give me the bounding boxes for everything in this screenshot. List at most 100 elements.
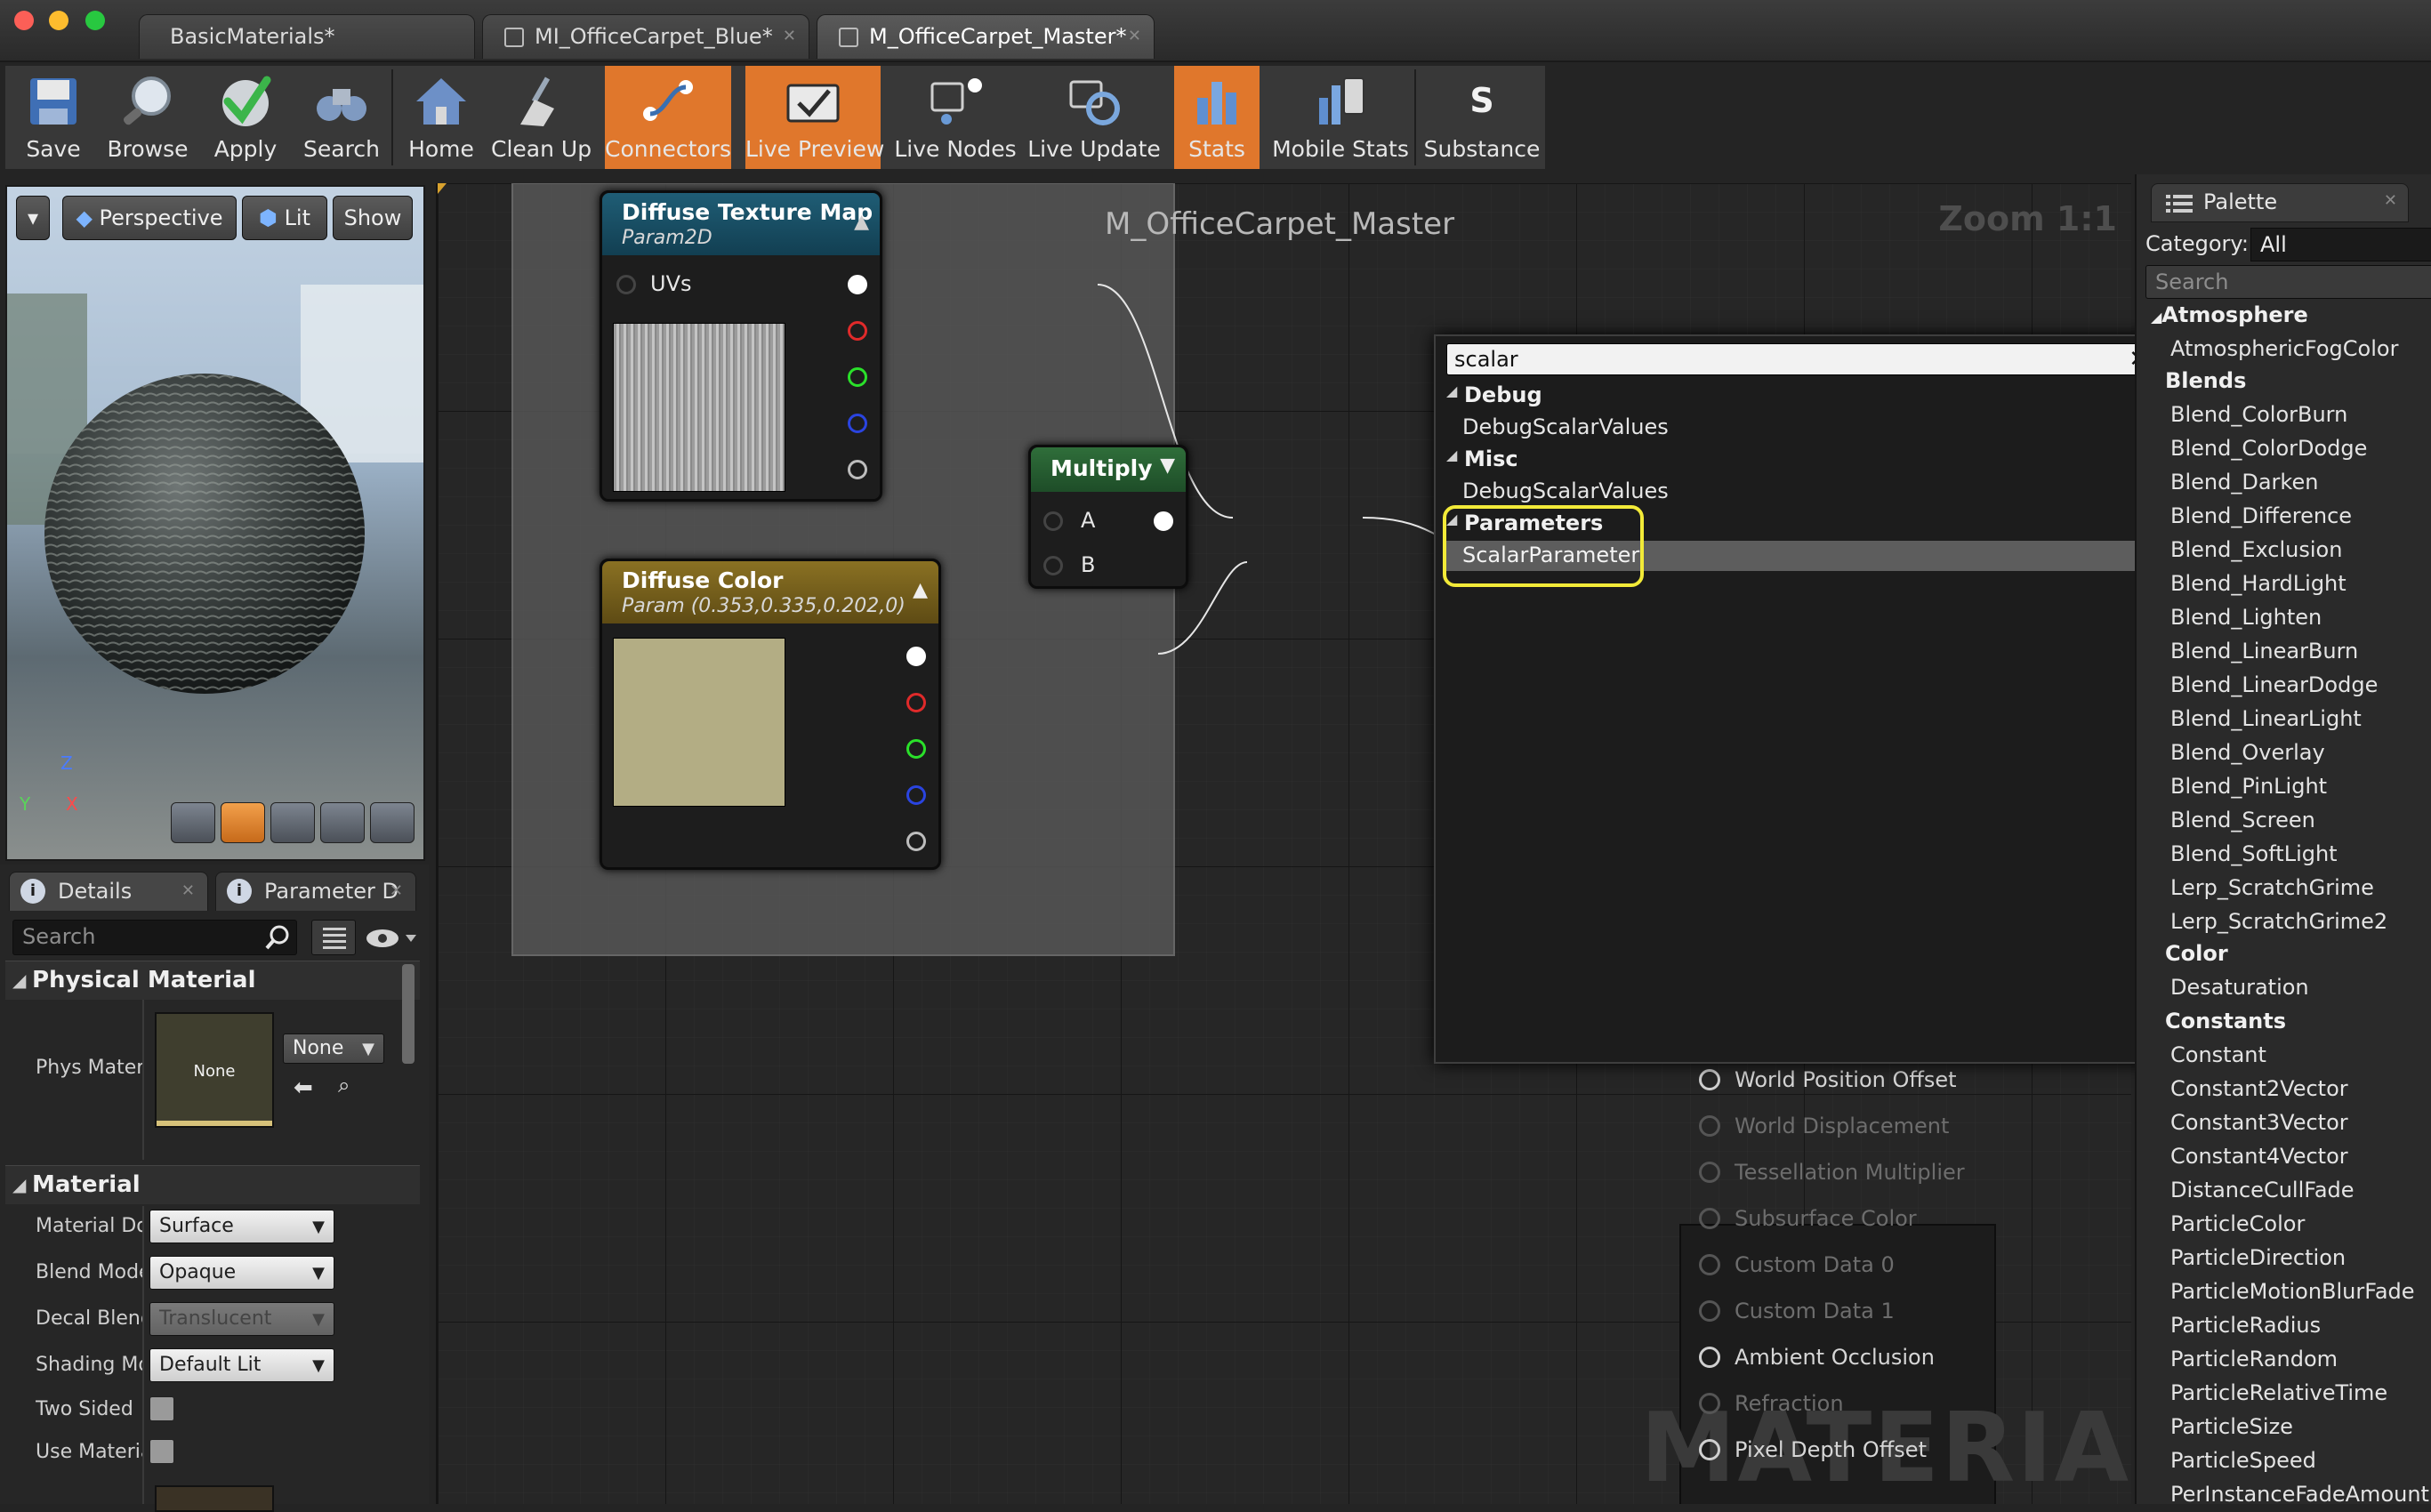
- palette-item[interactable]: Blend_LinearBurn: [2170, 639, 2358, 664]
- palette-item[interactable]: Lerp_ScratchGrime2: [2170, 909, 2387, 934]
- category-dropdown[interactable]: All: [2250, 228, 2431, 261]
- shading-model-dropdown[interactable]: Default Lit ▼: [149, 1348, 334, 1382]
- action-search-input[interactable]: scalar ✕: [1446, 343, 2156, 375]
- plane-preview-icon[interactable]: [270, 802, 315, 843]
- palette-item[interactable]: Constant: [2170, 1042, 2266, 1067]
- refraction-pin[interactable]: Refraction: [1699, 1391, 1844, 1416]
- palette-item[interactable]: Blend_Overlay: [2170, 740, 2325, 765]
- palette-category-color[interactable]: Color: [2165, 941, 2228, 966]
- palette-item[interactable]: AtmosphericFogColor: [2170, 336, 2398, 361]
- use-material-attributes-checkbox[interactable]: [149, 1439, 174, 1464]
- material-domain-dropdown[interactable]: Surface ▼: [149, 1210, 334, 1243]
- tab-mi-officecarpet-blue[interactable]: MI_OfficeCarpet_Blue* ✕: [482, 14, 809, 59]
- collapse-arrow-icon[interactable]: ▲: [913, 579, 928, 601]
- close-tab-icon[interactable]: ✕: [2384, 191, 2397, 210]
- show-button[interactable]: Show: [333, 196, 413, 240]
- palette-item[interactable]: DistanceCullFade: [2170, 1178, 2355, 1202]
- perspective-button[interactable]: ◆ Perspective: [62, 196, 237, 240]
- palette-item[interactable]: ParticleDirection: [2170, 1245, 2346, 1270]
- b-input-pin[interactable]: [1043, 556, 1063, 575]
- custom-data-1-pin[interactable]: Custom Data 1: [1699, 1299, 1895, 1323]
- tab-m-officecarpet-master[interactable]: M_OfficeCarpet_Master* ✕: [817, 14, 1155, 59]
- palette-item[interactable]: Blend_ColorDodge: [2170, 436, 2367, 461]
- world-position-offset-pin[interactable]: World Position Offset: [1699, 1067, 1957, 1092]
- palette-item[interactable]: ParticleRelativeTime: [2170, 1380, 2387, 1405]
- action-misc-debug-scalar-values[interactable]: DebugScalarValues: [1462, 479, 1669, 503]
- palette-item[interactable]: Blend_Exclusion: [2170, 537, 2342, 562]
- palette-item[interactable]: Blend_LinearDodge: [2170, 672, 2378, 697]
- search-button[interactable]: Search: [297, 66, 386, 169]
- material-section[interactable]: ◢ Material: [5, 1165, 420, 1204]
- palette-item[interactable]: ParticleRandom: [2170, 1347, 2338, 1371]
- use-selected-arrow-icon[interactable]: ⬅: [294, 1074, 313, 1101]
- tab-parameter-defaults[interactable]: i Parameter D ✕: [215, 872, 416, 911]
- palette-item[interactable]: Constant2Vector: [2170, 1076, 2348, 1101]
- live-preview-button[interactable]: Live Preview: [745, 66, 884, 169]
- phys-material-thumbnail[interactable]: None: [155, 1012, 274, 1128]
- live-update-button[interactable]: Live Update: [1023, 66, 1165, 169]
- collapse-arrow-icon[interactable]: ▲: [854, 211, 869, 233]
- palette-item[interactable]: Blend_Difference: [2170, 503, 2352, 528]
- diffuse-texture-map-node[interactable]: Diffuse Texture Map Param2D ▲ UVs: [600, 190, 882, 502]
- a-input-pin[interactable]: [1043, 511, 1063, 531]
- tab-palette[interactable]: Palette ✕: [2151, 183, 2409, 222]
- blend-mode-dropdown[interactable]: Opaque ▼: [149, 1256, 334, 1290]
- palette-search-input[interactable]: Search: [2145, 265, 2431, 299]
- palette-item[interactable]: Blend_Darken: [2170, 470, 2318, 495]
- palette-item[interactable]: Blend_Lighten: [2170, 605, 2322, 630]
- rgb-output-pin[interactable]: [906, 647, 926, 666]
- home-button[interactable]: Home: [397, 66, 486, 169]
- world-displacement-pin[interactable]: World Displacement: [1699, 1114, 1949, 1138]
- close-tab-icon[interactable]: ✕: [1128, 15, 1141, 58]
- connectors-button[interactable]: Connectors: [605, 66, 731, 169]
- stats-button[interactable]: Stats: [1174, 66, 1260, 169]
- substance-button[interactable]: S Substance: [1421, 66, 1542, 169]
- save-button[interactable]: Save: [11, 66, 96, 169]
- category-debug[interactable]: ◢ Debug: [1446, 382, 1542, 407]
- pixel-depth-offset-pin[interactable]: Pixel Depth Offset: [1699, 1437, 1927, 1462]
- blue-output-pin[interactable]: [848, 414, 867, 433]
- browse-asset-icon[interactable]: ⌕: [338, 1073, 350, 1098]
- close-tab-icon[interactable]: ✕: [181, 873, 195, 910]
- palette-item[interactable]: Blend_ColorBurn: [2170, 402, 2347, 427]
- teapot-preview-icon[interactable]: [370, 802, 415, 843]
- palette-item[interactable]: Desaturation: [2170, 975, 2309, 1000]
- red-output-pin[interactable]: [906, 693, 926, 712]
- palette-item[interactable]: ParticleRadius: [2170, 1313, 2321, 1338]
- green-output-pin[interactable]: [848, 367, 867, 387]
- multiply-output-pin[interactable]: [1154, 511, 1173, 531]
- cylinder-preview-icon[interactable]: [171, 802, 215, 843]
- close-tab-icon[interactable]: ✕: [390, 873, 403, 910]
- palette-item[interactable]: Blend_SoftLight: [2170, 841, 2338, 866]
- lit-button[interactable]: ⬢ Lit: [242, 196, 327, 240]
- blue-output-pin[interactable]: [906, 785, 926, 805]
- details-search-input[interactable]: Search: [12, 920, 297, 955]
- green-output-pin[interactable]: [906, 739, 926, 759]
- palette-item[interactable]: ParticleMotionBlurFade: [2170, 1279, 2415, 1304]
- alpha-output-pin[interactable]: [906, 832, 926, 851]
- visibility-eye-icon[interactable]: [363, 923, 418, 953]
- action-search-popup[interactable]: scalar ✕ ◢Debug DebugScalarValues ◢Misc …: [1434, 334, 2167, 1064]
- details-scrollbar[interactable]: [402, 964, 415, 1064]
- live-nodes-button[interactable]: Live Nodes: [893, 66, 1018, 169]
- palette-item[interactable]: Constant3Vector: [2170, 1110, 2348, 1135]
- ambient-occlusion-pin[interactable]: Ambient Occlusion: [1699, 1345, 1935, 1370]
- palette-category-blends[interactable]: Blends: [2165, 368, 2246, 393]
- close-window-button[interactable]: [14, 11, 34, 30]
- category-misc[interactable]: ◢ Misc: [1446, 446, 1518, 471]
- minimize-window-button[interactable]: [49, 11, 68, 30]
- physical-material-section[interactable]: ◢ Physical Material: [5, 961, 420, 1000]
- uvs-input-pin[interactable]: [616, 275, 636, 294]
- palette-item[interactable]: Blend_LinearLight: [2170, 706, 2362, 731]
- clean-up-button[interactable]: Clean Up: [491, 66, 592, 169]
- action-debug-scalar-values[interactable]: DebugScalarValues: [1462, 414, 1669, 439]
- mobile-stats-button[interactable]: Mobile Stats: [1272, 66, 1409, 169]
- tessellation-multiplier-pin[interactable]: Tessellation Multiplier: [1699, 1160, 1965, 1185]
- red-output-pin[interactable]: [848, 321, 867, 341]
- palette-item[interactable]: ParticleColor: [2170, 1211, 2305, 1236]
- palette-item[interactable]: Blend_HardLight: [2170, 571, 2346, 596]
- palette-item[interactable]: Blend_Screen: [2170, 808, 2315, 832]
- palette-item[interactable]: ParticleSize: [2170, 1414, 2293, 1439]
- subsurface-color-pin[interactable]: Subsurface Color: [1699, 1206, 1917, 1231]
- tab-basic-materials[interactable]: BasicMaterials*: [139, 14, 475, 59]
